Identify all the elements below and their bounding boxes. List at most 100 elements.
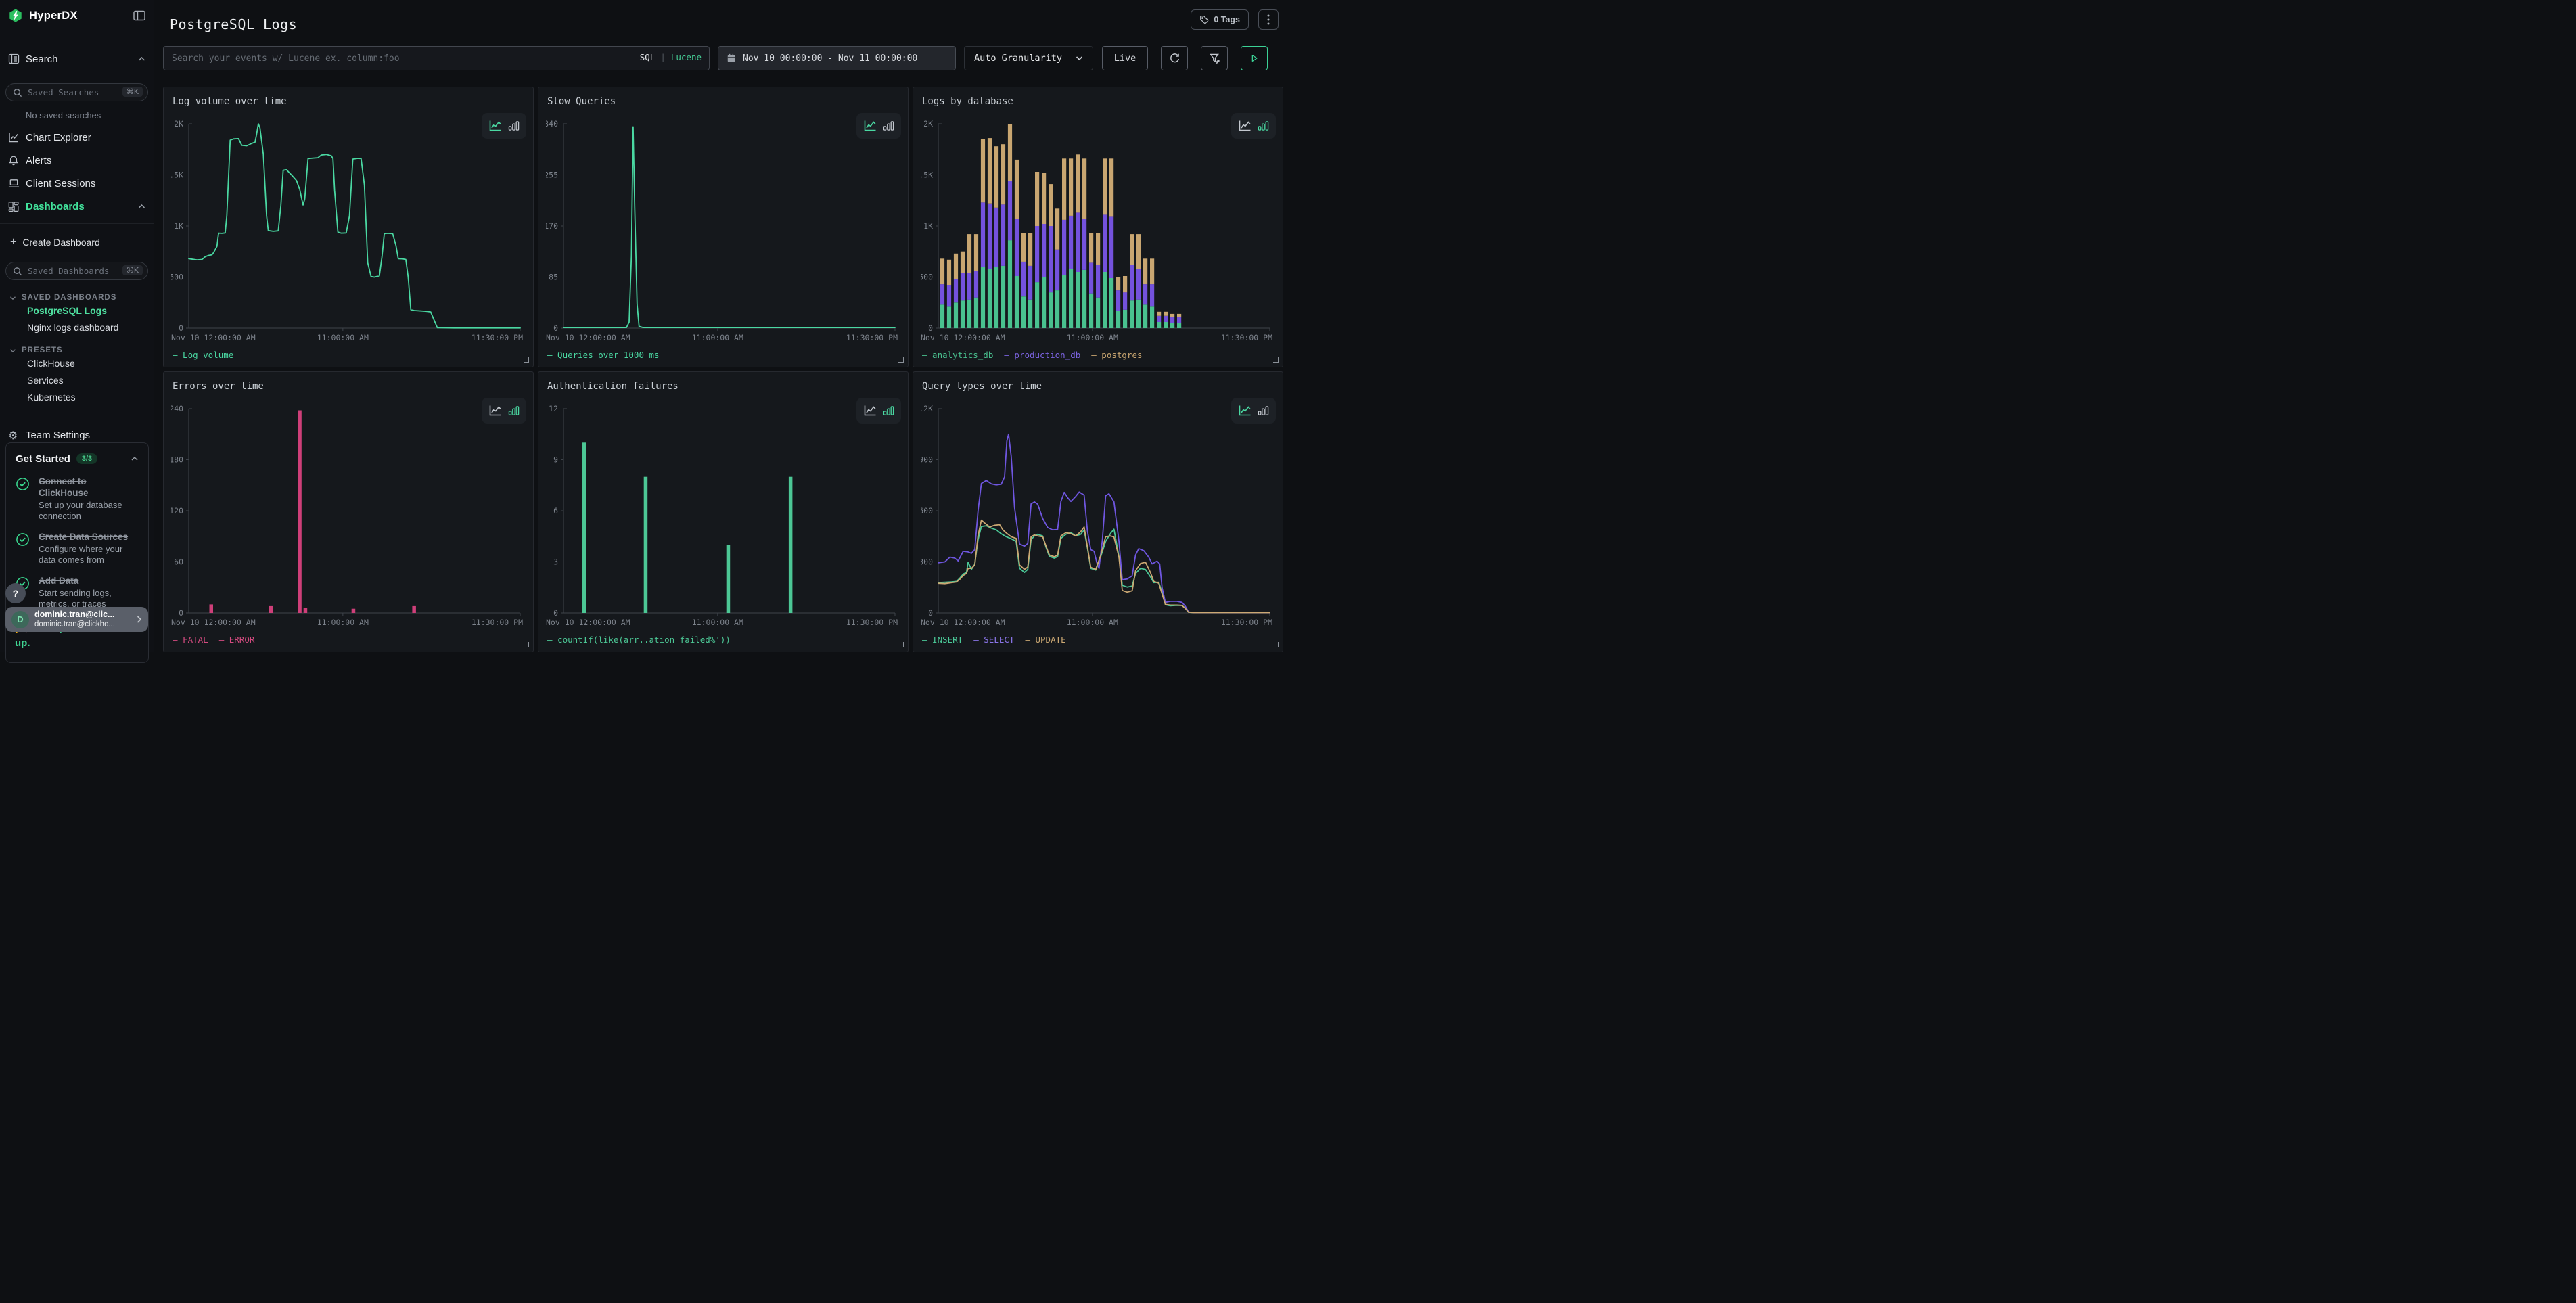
svg-text:11:30:00 PM: 11:30:00 PM (846, 618, 898, 627)
sidebar-item-postgresql-logs[interactable]: PostgreSQL Logs (0, 302, 154, 319)
granularity-value: Auto Granularity (974, 53, 1062, 64)
event-search-input[interactable] (163, 46, 710, 70)
chart-legend: — Queries over 1000 ms (547, 350, 660, 360)
user-profile-chip[interactable]: D dominic.tran@clic... dominic.tran@clic… (5, 607, 148, 632)
saved-searches-search: ⌘K (5, 83, 148, 101)
more-options-button[interactable] (1258, 9, 1279, 30)
sidebar-collapse-icon[interactable] (133, 10, 145, 21)
svg-text:85: 85 (549, 273, 558, 282)
svg-text:2K: 2K (174, 119, 183, 129)
lucene-mode-toggle[interactable]: Lucene (671, 52, 702, 62)
sidebar: HyperDX Search ⌘K No saved searches (0, 0, 154, 652)
date-range-picker[interactable]: Nov 10 00:00:00 - Nov 11 00:00:00 (718, 46, 956, 70)
resize-handle[interactable] (1273, 642, 1279, 647)
chart-legend: — Log volume (172, 350, 233, 360)
legend-item[interactable]: — postgres (1091, 350, 1142, 360)
presets-section-header[interactable]: PRESETS (9, 346, 154, 355)
resize-handle[interactable] (898, 357, 904, 363)
get-started-step-sources[interactable]: Create Data Sources Configure where your… (16, 531, 139, 566)
svg-text:300: 300 (921, 557, 933, 567)
preset-link-label: Services (27, 375, 64, 386)
panel-errors-over-time: Errors over time060120180240Nov 10 12:00… (163, 371, 534, 652)
chevron-up-icon[interactable] (138, 204, 145, 209)
svg-text:11:30:00 PM: 11:30:00 PM (472, 618, 523, 627)
svg-text:11:30:00 PM: 11:30:00 PM (1221, 618, 1272, 627)
chart-plot: 060120180240Nov 10 12:00:00 AM11:00:00 A… (171, 399, 526, 629)
sidebar-item-clickhouse[interactable]: ClickHouse (0, 355, 154, 371)
dashboard-link-label: PostgreSQL Logs (27, 305, 107, 316)
chart-plot: 05001K1.5K2KNov 10 12:00:00 AM11:00:00 A… (171, 114, 526, 344)
resize-handle[interactable] (898, 642, 904, 647)
sidebar-item-nginx-logs-dashboard[interactable]: Nginx logs dashboard (0, 319, 154, 336)
chevron-up-icon[interactable] (131, 456, 139, 461)
sidebar-item-dashboards[interactable]: Dashboards (0, 195, 154, 218)
saved-dashboards-section-header[interactable]: SAVED DASHBOARDS (9, 294, 154, 302)
sidebar-item-alerts[interactable]: Alerts (0, 149, 154, 172)
legend-item[interactable]: — countIf(like(arr..ation failed%')) (547, 635, 731, 645)
saved-dashboards-search: ⌘K (5, 262, 148, 280)
svg-text:900: 900 (921, 455, 933, 465)
sql-mode-toggle[interactable]: SQL (640, 52, 656, 62)
live-button[interactable]: Live (1102, 46, 1148, 70)
user-email: dominic.tran@clickho... (34, 620, 115, 629)
svg-text:600: 600 (921, 506, 933, 516)
resize-handle[interactable] (524, 357, 529, 363)
chart-legend: — FATAL — ERROR (172, 635, 254, 645)
chevron-up-icon[interactable] (138, 56, 145, 62)
svg-text:Nov 10 12:00:00 AM: Nov 10 12:00:00 AM (171, 618, 256, 627)
resize-handle[interactable] (1273, 357, 1279, 363)
create-dashboard-label: Create Dashboard (22, 237, 99, 248)
sidebar-item-label: Team Settings (26, 430, 90, 441)
chart-title: Errors over time (172, 381, 264, 392)
page-title: PostgreSQL Logs (170, 16, 297, 32)
dashboard-grid: Log volume over time05001K1.5K2KNov 10 1… (163, 87, 1283, 652)
svg-text:120: 120 (171, 506, 183, 516)
sidebar-item-search[interactable]: Search (0, 47, 154, 70)
get-started-step-connect[interactable]: Connect to ClickHouse Set up your databa… (16, 476, 139, 522)
chevron-right-icon (137, 615, 142, 624)
bell-icon (8, 155, 26, 166)
legend-item[interactable]: — analytics_db (922, 350, 993, 360)
svg-text:11:30:00 PM: 11:30:00 PM (472, 333, 523, 342)
chart-plot: 085170255340Nov 10 12:00:00 AM11:00:00 A… (546, 114, 900, 344)
filter-button[interactable] (1201, 46, 1228, 70)
refresh-button[interactable] (1161, 46, 1188, 70)
svg-text:Nov 10 12:00:00 AM: Nov 10 12:00:00 AM (921, 618, 1005, 627)
get-started-step-add-data[interactable]: Add Data Start sending logs, metrics, or… (16, 575, 139, 610)
legend-item[interactable]: — INSERT (922, 635, 963, 645)
preset-link-label: Kubernetes (27, 392, 76, 403)
chart-plot: 05001K1.5K2KNov 10 12:00:00 AM11:00:00 A… (921, 114, 1275, 344)
svg-text:340: 340 (546, 119, 558, 129)
svg-text:6: 6 (553, 506, 558, 516)
step-description: Set up your database connection (39, 500, 133, 522)
legend-item[interactable]: — Queries over 1000 ms (547, 350, 660, 360)
run-query-button[interactable] (1241, 46, 1268, 70)
svg-text:1.5K: 1.5K (921, 170, 933, 180)
sidebar-item-services[interactable]: Services (0, 371, 154, 388)
legend-item[interactable]: — ERROR (219, 635, 255, 645)
chevron-down-icon (9, 348, 16, 353)
legend-item[interactable]: — UPDATE (1025, 635, 1065, 645)
svg-text:60: 60 (174, 557, 183, 567)
chevron-down-icon (1076, 55, 1083, 61)
tags-button[interactable]: 0 Tags (1191, 9, 1249, 30)
resize-handle[interactable] (524, 642, 529, 647)
hyperdx-logo-icon (8, 8, 23, 23)
svg-text:11:00:00 AM: 11:00:00 AM (692, 618, 743, 627)
create-dashboard-button[interactable]: + Create Dashboard (0, 231, 154, 254)
chart-legend: — INSERT — SELECT — UPDATE (922, 635, 1066, 645)
get-started-progress-badge: 3/3 (76, 453, 97, 464)
legend-item[interactable]: — FATAL (172, 635, 208, 645)
svg-text:255: 255 (546, 170, 558, 180)
kebab-icon (1267, 14, 1270, 25)
sidebar-item-client-sessions[interactable]: Client Sessions (0, 172, 154, 195)
legend-item[interactable]: — Log volume (172, 350, 233, 360)
granularity-select[interactable]: Auto Granularity (964, 46, 1093, 70)
help-button[interactable]: ? (5, 583, 26, 603)
sidebar-item-chart-explorer[interactable]: Chart Explorer (0, 126, 154, 149)
legend-item[interactable]: — SELECT (973, 635, 1014, 645)
panel-log-volume-over-time: Log volume over time05001K1.5K2KNov 10 1… (163, 87, 534, 367)
sidebar-item-kubernetes[interactable]: Kubernetes (0, 388, 154, 405)
legend-item[interactable]: — production_db (1004, 350, 1080, 360)
toolbar: SQL | Lucene Nov 10 00:00:00 - Nov 11 00… (163, 46, 1279, 70)
